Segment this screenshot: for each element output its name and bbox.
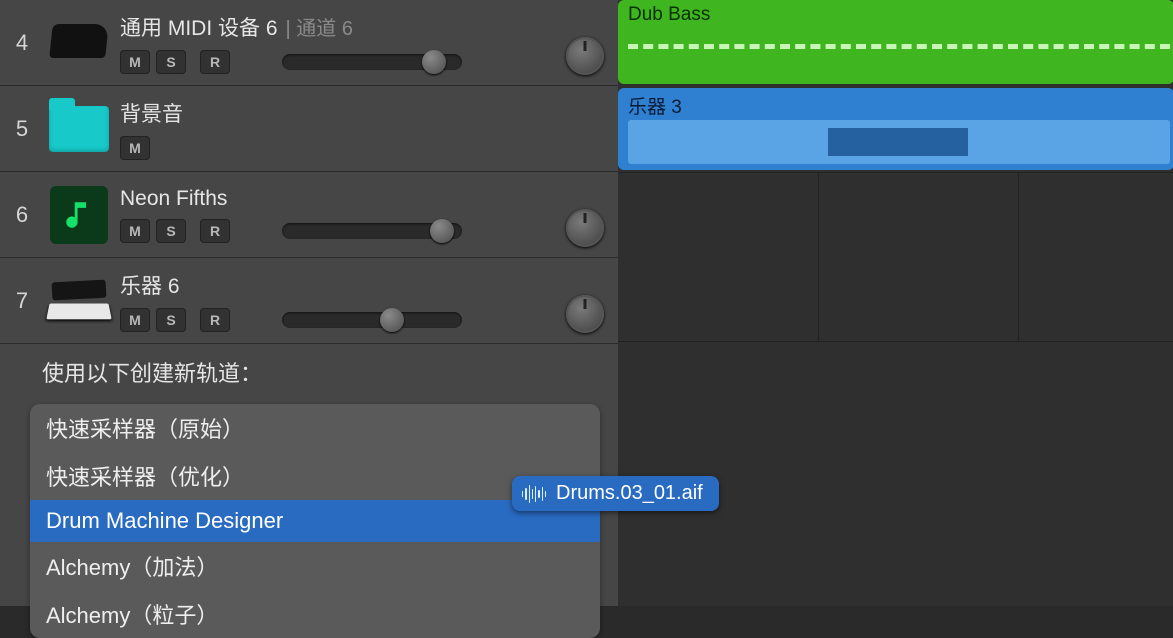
- track-name[interactable]: 乐器 6: [120, 270, 180, 300]
- timeline-panel[interactable]: Dub Bass 乐器 3: [618, 0, 1173, 606]
- region-title: Dub Bass: [628, 4, 1164, 26]
- record-button[interactable]: R: [200, 308, 230, 332]
- midi-notes-icon: [628, 44, 1170, 49]
- track-row[interactable]: 6 Neon Fifths M S R: [0, 172, 618, 258]
- record-button[interactable]: R: [200, 50, 230, 74]
- menu-item-quick-sampler-original[interactable]: 快速采样器（原始）: [30, 404, 600, 452]
- track-row[interactable]: 4 通用 MIDI 设备 6 | 通道 6 M S R: [0, 0, 618, 86]
- audio-file-icon: [522, 484, 546, 504]
- mute-button[interactable]: M: [120, 136, 150, 160]
- track-channel: 通道 6: [296, 18, 353, 40]
- region-title: 乐器 3: [628, 92, 1164, 119]
- menu-item-alchemy-additive[interactable]: Alchemy（加法）: [30, 542, 600, 590]
- timeline-grid: [618, 172, 1173, 342]
- folder-icon: [44, 94, 114, 164]
- audio-waveform-icon: [628, 120, 1170, 164]
- music-note-icon: [44, 180, 114, 250]
- track-number: 5: [0, 116, 44, 142]
- mute-button[interactable]: M: [120, 50, 150, 74]
- solo-button[interactable]: S: [156, 308, 186, 332]
- track-number: 7: [0, 288, 44, 314]
- volume-slider[interactable]: [282, 223, 462, 239]
- record-button[interactable]: R: [200, 219, 230, 243]
- region-instrument-3[interactable]: 乐器 3: [618, 88, 1173, 170]
- track-name[interactable]: Neon Fifths: [120, 187, 227, 211]
- solo-button[interactable]: S: [156, 50, 186, 74]
- pan-knob[interactable]: [566, 37, 604, 75]
- pan-knob[interactable]: [566, 209, 604, 247]
- menu-title: 使用以下创建新轨道：: [30, 344, 600, 404]
- track-row[interactable]: 7 乐器 6 M S R: [0, 258, 618, 344]
- pan-knob[interactable]: [566, 295, 604, 333]
- mute-button[interactable]: M: [120, 219, 150, 243]
- piano-icon: [44, 8, 114, 78]
- volume-slider[interactable]: [282, 54, 462, 70]
- track-number: 6: [0, 202, 44, 228]
- menu-item-alchemy-granular[interactable]: Alchemy（粒子）: [30, 590, 600, 638]
- track-name[interactable]: 背景音: [120, 98, 183, 128]
- keyboard-icon: [44, 266, 114, 336]
- menu-list: 快速采样器（原始） 快速采样器（优化） Drum Machine Designe…: [30, 404, 600, 638]
- track-number: 4: [0, 30, 44, 56]
- dragged-file-name: Drums.03_01.aif: [556, 482, 703, 505]
- track-name[interactable]: 通用 MIDI 设备 6: [120, 12, 278, 42]
- track-row[interactable]: 5 背景音 M: [0, 86, 618, 172]
- solo-button[interactable]: S: [156, 219, 186, 243]
- mute-button[interactable]: M: [120, 308, 150, 332]
- dragged-audio-file[interactable]: Drums.03_01.aif: [512, 476, 719, 511]
- region-dub-bass[interactable]: Dub Bass: [618, 0, 1173, 84]
- volume-slider[interactable]: [282, 312, 462, 328]
